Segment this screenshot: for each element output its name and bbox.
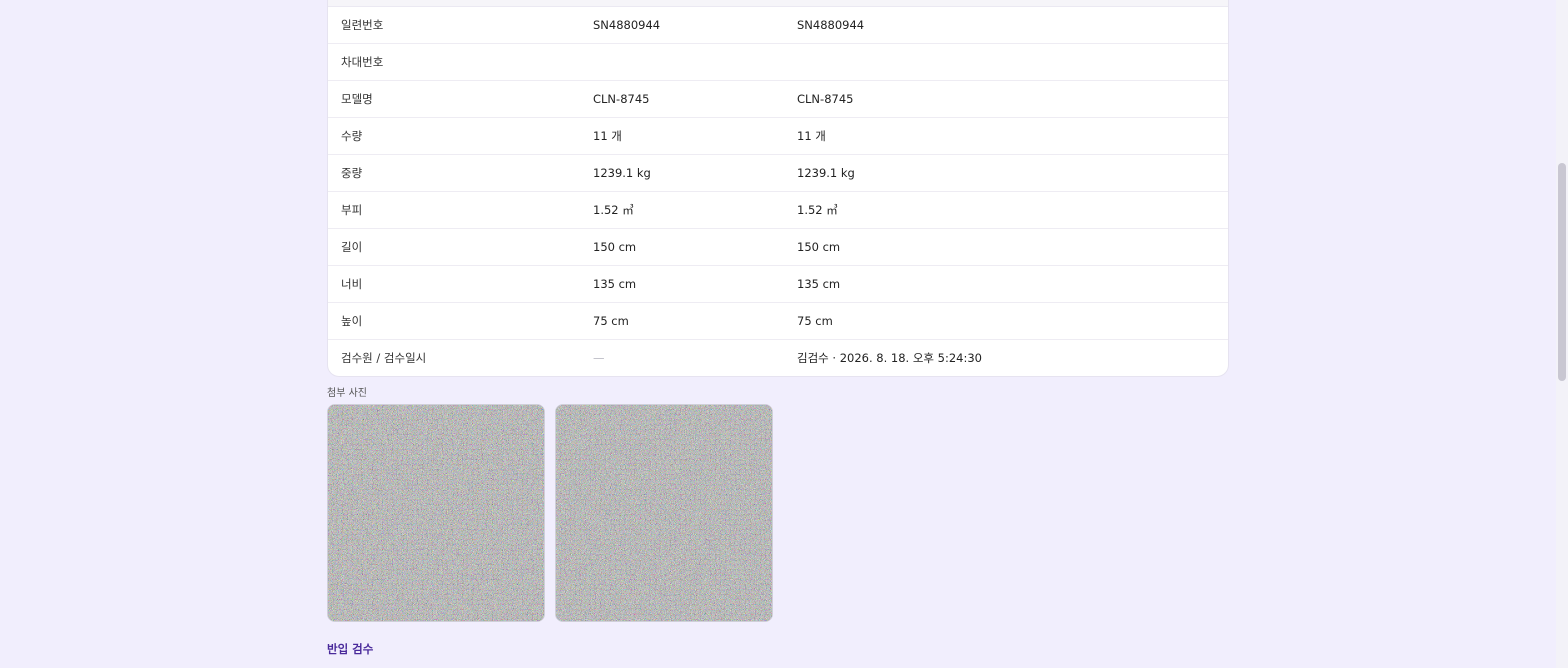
row-label: 차대번호 xyxy=(341,55,384,69)
row-label: 중량 xyxy=(341,166,363,180)
attached-photos xyxy=(327,404,773,622)
table-row: 부피 1.52 ㎥ 1.52 ㎥ xyxy=(328,192,1228,229)
row-value-b: 1.52 ㎥ xyxy=(797,203,838,217)
row-value-b: SN4880944 xyxy=(797,18,865,32)
row-value-a: CLN-8745 xyxy=(593,92,650,106)
row-value-a: 1239.1 kg xyxy=(593,166,651,180)
table-row: 수량 11 개 11 개 xyxy=(328,118,1228,155)
row-value-a: 75 cm xyxy=(593,314,629,328)
comparison-table: 일련번호 SN4880944 SN4880944 차대번호 모델명 CLN-87… xyxy=(327,0,1229,377)
table-row: 길이 150 cm 150 cm xyxy=(328,229,1228,266)
table-row: 차대번호 xyxy=(328,44,1228,81)
row-value-a: — xyxy=(593,351,605,365)
row-value-a: 150 cm xyxy=(593,240,637,254)
row-value-a: 135 cm xyxy=(593,277,637,291)
row-label: 길이 xyxy=(341,240,363,254)
row-value-b: CLN-8745 xyxy=(797,92,854,106)
table-row: 검수원 / 검수일시 — 김검수 · 2026. 8. 18. 오후 5:24:… xyxy=(328,340,1228,376)
table-row: 높이 75 cm 75 cm xyxy=(328,303,1228,340)
row-value-b: 김검수 · 2026. 8. 18. 오후 5:24:30 xyxy=(797,351,983,365)
row-label: 부피 xyxy=(341,203,363,217)
row-label: 일련번호 xyxy=(341,18,384,32)
row-value-b: 1239.1 kg xyxy=(797,166,855,180)
row-label: 너비 xyxy=(341,277,363,291)
table-row: 너비 135 cm 135 cm xyxy=(328,266,1228,303)
table-row: 모델명 CLN-8745 CLN-8745 xyxy=(328,81,1228,118)
page-scrollbar[interactable] xyxy=(1556,0,1568,668)
row-value-b: 135 cm xyxy=(797,277,841,291)
section-title-inbound-inspection: 반입 검수 xyxy=(327,642,374,656)
scrollbar-thumb[interactable] xyxy=(1558,163,1566,381)
row-label: 수량 xyxy=(341,129,363,143)
row-value-b: 150 cm xyxy=(797,240,841,254)
attached-photos-title: 첨부 사진 xyxy=(327,388,367,399)
row-value-b: 11 개 xyxy=(797,129,826,143)
row-label: 높이 xyxy=(341,314,363,328)
noise-image xyxy=(556,405,772,621)
row-value-a: 1.52 ㎥ xyxy=(593,203,634,217)
row-label: 모델명 xyxy=(341,92,373,106)
attached-photo-1[interactable] xyxy=(327,404,545,622)
row-value-b: 75 cm xyxy=(797,314,833,328)
table-row: 일련번호 SN4880944 SN4880944 xyxy=(328,7,1228,44)
row-label: 검수원 / 검수일시 xyxy=(341,351,427,365)
attached-photo-2[interactable] xyxy=(555,404,773,622)
noise-image xyxy=(328,405,544,621)
row-value-a: 11 개 xyxy=(593,129,622,143)
table-row: 중량 1239.1 kg 1239.1 kg xyxy=(328,155,1228,192)
row-value-a: SN4880944 xyxy=(593,18,661,32)
inspection-content: 일련번호 SN4880944 SN4880944 차대번호 모델명 CLN-87… xyxy=(327,0,1229,656)
